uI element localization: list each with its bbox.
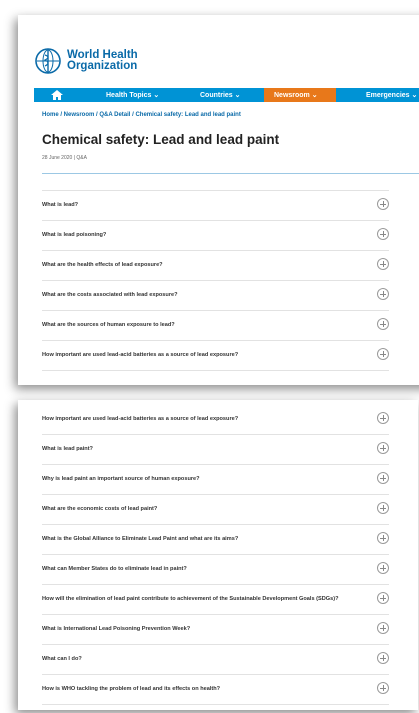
plus-circle-icon[interactable] — [377, 258, 389, 270]
faq-item[interactable]: What is the Global Alliance to Eliminate… — [42, 525, 389, 555]
nav-countries[interactable]: Countries ⌄ — [200, 91, 240, 99]
faq-question[interactable]: How important are used lead-acid batteri… — [42, 352, 238, 358]
page-screenshot-bottom: How important are used lead-acid batteri… — [18, 400, 418, 710]
faq-item[interactable]: What is lead? — [42, 191, 389, 221]
plus-circle-icon[interactable] — [377, 502, 389, 514]
faq-item[interactable]: What are the sources of human exposure t… — [42, 311, 389, 341]
nav-health-topics[interactable]: Health Topics ⌄ — [106, 91, 159, 99]
main-nav: Health Topics ⌄ Countries ⌄ Newsroom ⌄ E… — [34, 88, 419, 102]
faq-question[interactable]: What are the health effects of lead expo… — [42, 262, 163, 268]
faq-question[interactable]: What is the Global Alliance to Eliminate… — [42, 536, 238, 542]
nav-newsroom[interactable]: Newsroom ⌄ — [274, 91, 318, 99]
faq-question[interactable]: How is WHO tackling the problem of lead … — [42, 686, 220, 692]
faq-question[interactable]: How will the elimination of lead paint c… — [42, 596, 339, 602]
faq-item[interactable]: How will the elimination of lead paint c… — [42, 585, 389, 615]
plus-circle-icon[interactable] — [377, 532, 389, 544]
plus-circle-icon[interactable] — [377, 288, 389, 300]
faq-item[interactable]: What are the health effects of lead expo… — [42, 251, 389, 281]
faq-question[interactable]: What is lead paint? — [42, 446, 93, 452]
who-emblem-icon — [35, 48, 61, 74]
plus-circle-icon[interactable] — [377, 652, 389, 664]
faq-item[interactable]: What is lead poisoning? — [42, 221, 389, 251]
faq-question[interactable]: How important are used lead-acid batteri… — [42, 416, 238, 422]
divider — [42, 173, 419, 174]
faq-list-bottom: How important are used lead-acid batteri… — [42, 405, 389, 705]
plus-circle-icon[interactable] — [377, 682, 389, 694]
plus-circle-icon[interactable] — [377, 622, 389, 634]
faq-item[interactable]: What is lead paint? — [42, 435, 389, 465]
plus-circle-icon[interactable] — [377, 592, 389, 604]
faq-question[interactable]: What are the costs associated with lead … — [42, 292, 178, 298]
page-screenshot-top: World Health Organization Health Topics … — [18, 15, 419, 385]
plus-circle-icon[interactable] — [377, 412, 389, 424]
who-wordmark: World Health Organization — [67, 49, 138, 72]
faq-item[interactable]: What can I do? — [42, 645, 389, 675]
faq-item[interactable]: Why is lead paint an important source of… — [42, 465, 389, 495]
faq-question[interactable]: What are the economic costs of lead pain… — [42, 506, 157, 512]
faq-item[interactable]: What is International Lead Poisoning Pre… — [42, 615, 389, 645]
plus-circle-icon[interactable] — [377, 228, 389, 240]
faq-item[interactable]: How important are used lead-acid batteri… — [42, 341, 389, 371]
nav-home[interactable] — [46, 90, 68, 100]
faq-question[interactable]: What is lead poisoning? — [42, 232, 106, 238]
faq-item[interactable]: What are the economic costs of lead pain… — [42, 495, 389, 525]
faq-question[interactable]: What is International Lead Poisoning Pre… — [42, 626, 190, 632]
faq-item[interactable]: How important are used lead-acid batteri… — [42, 405, 389, 435]
plus-circle-icon[interactable] — [377, 442, 389, 454]
plus-circle-icon[interactable] — [377, 472, 389, 484]
plus-circle-icon[interactable] — [377, 348, 389, 360]
faq-question[interactable]: What is lead? — [42, 202, 78, 208]
faq-item[interactable]: How is WHO tackling the problem of lead … — [42, 675, 389, 705]
faq-item[interactable]: What can Member States do to eliminate l… — [42, 555, 389, 585]
home-icon — [51, 90, 63, 100]
page-meta: 28 June 2020 | Q&A — [42, 155, 87, 161]
breadcrumb[interactable]: Home / Newsroom / Q&A Detail / Chemical … — [42, 112, 241, 118]
plus-circle-icon[interactable] — [377, 562, 389, 574]
faq-question[interactable]: What are the sources of human exposure t… — [42, 322, 175, 328]
page-title: Chemical safety: Lead and lead paint — [42, 132, 280, 147]
faq-question[interactable]: Why is lead paint an important source of… — [42, 476, 200, 482]
plus-circle-icon[interactable] — [377, 318, 389, 330]
faq-item[interactable]: What are the costs associated with lead … — [42, 281, 389, 311]
faq-question[interactable]: What can I do? — [42, 656, 82, 662]
who-logo[interactable]: World Health Organization — [34, 47, 138, 75]
faq-question[interactable]: What can Member States do to eliminate l… — [42, 566, 187, 572]
faq-list-top: What is lead? What is lead poisoning? What… — [42, 190, 389, 371]
plus-circle-icon[interactable] — [377, 198, 389, 210]
nav-emergencies[interactable]: Emergencies ⌄ — [366, 91, 417, 99]
